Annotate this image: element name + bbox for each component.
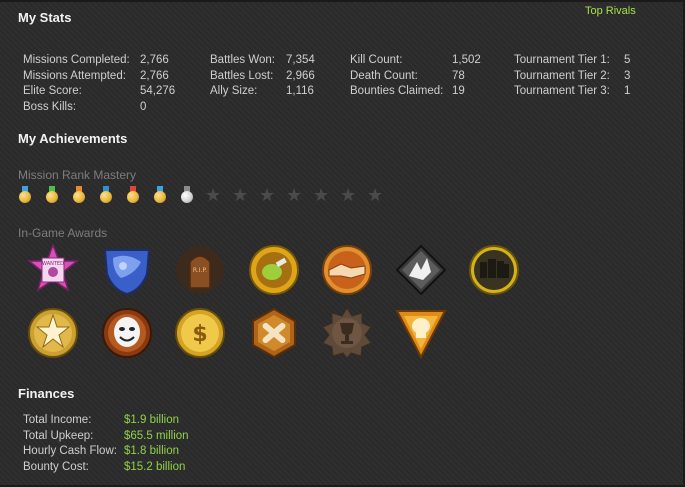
- my-stats-title: My Stats: [18, 10, 72, 25]
- rank-medal-icon[interactable]: [99, 186, 113, 204]
- empty-star-icon: ★: [367, 185, 384, 205]
- skull-triangle-icon[interactable]: [395, 307, 447, 359]
- empty-star-icon: ★: [232, 185, 249, 205]
- svg-text:$: $: [192, 322, 207, 347]
- star-wing-icon[interactable]: [27, 307, 79, 359]
- shattered-shield-icon[interactable]: [395, 244, 447, 296]
- top-rivals-link[interactable]: Top Rivals: [585, 5, 636, 17]
- rank-medal-icon[interactable]: [72, 186, 86, 204]
- rank-medal-silver-icon[interactable]: [180, 186, 194, 204]
- comedy-mask-icon[interactable]: [101, 307, 153, 359]
- mission-rank-mastery-label: Mission Rank Mastery: [18, 168, 137, 182]
- crowd-icon[interactable]: [468, 244, 520, 296]
- my-achievements-title: My Achievements: [18, 131, 128, 146]
- wanted-poster-icon[interactable]: WANTED: [27, 244, 79, 296]
- empty-star-icon: ★: [340, 185, 357, 205]
- empty-star-icon: ★: [313, 185, 330, 205]
- svg-text:R.I.P.: R.I.P.: [193, 267, 207, 274]
- in-game-awards-label: In-Game Awards: [18, 226, 108, 240]
- empty-star-icon: ★: [286, 185, 303, 205]
- money-bag-icon[interactable]: $: [174, 307, 226, 359]
- grenade-icon[interactable]: [248, 244, 300, 296]
- empty-star-icon: ★: [259, 185, 276, 205]
- empty-star-icon: ★: [205, 185, 222, 205]
- rank-medal-icon[interactable]: [153, 186, 167, 204]
- rank-medal-icon[interactable]: [45, 186, 59, 204]
- rank-medal-icon[interactable]: [126, 186, 140, 204]
- svg-text:WANTED: WANTED: [42, 261, 64, 267]
- finances-title: Finances: [18, 386, 75, 401]
- rank-medal-icon[interactable]: [18, 186, 32, 204]
- tombstone-icon[interactable]: R.I.P.: [174, 244, 226, 296]
- trophy-icon[interactable]: [321, 307, 373, 359]
- handshake-icon[interactable]: [321, 244, 373, 296]
- blue-crest-icon[interactable]: [101, 244, 153, 296]
- top-border: [0, 0, 685, 2]
- bones-icon[interactable]: [248, 307, 300, 359]
